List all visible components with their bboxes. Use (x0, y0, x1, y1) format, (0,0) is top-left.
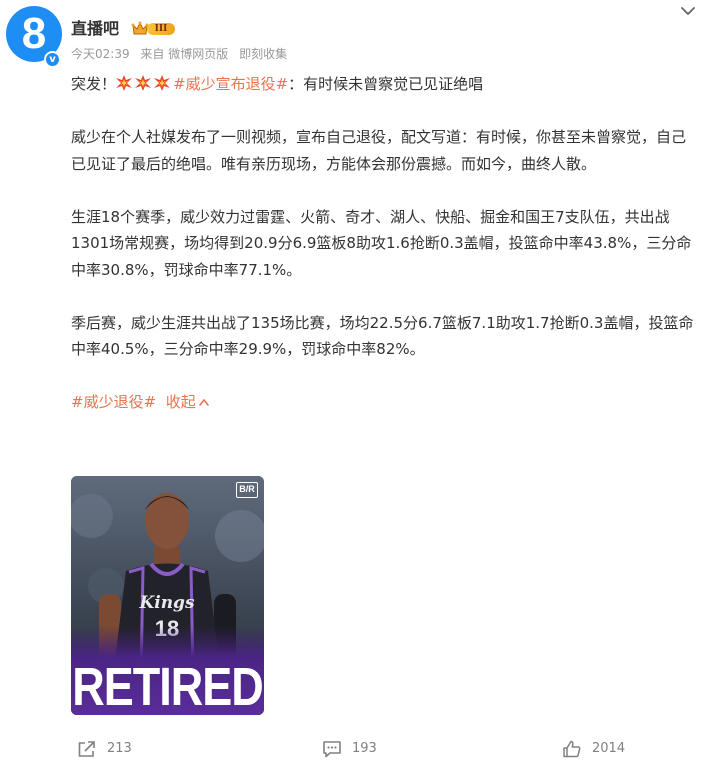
post-header: 8 v 直播吧 III 今天02:39 来自 微博网页版 即刻收集 (0, 0, 707, 70)
vip-level: III (147, 23, 175, 35)
author-name[interactable]: 直播吧 (71, 15, 119, 39)
share-icon (78, 741, 95, 757)
action-bar: 213 193 2014 (0, 732, 707, 766)
hashtag-link[interactable]: #威少宣布退役# (173, 75, 288, 93)
thumbs-up-icon (563, 740, 581, 758)
chevron-down-icon[interactable] (679, 4, 697, 18)
br-logo: B/R (236, 482, 258, 498)
post-time[interactable]: 今天02:39 (71, 47, 130, 61)
post-image[interactable]: Kings 18 B/R RETIRED (71, 476, 264, 715)
paragraph-announcement: 威少在个人社媒发布了一则视频，宣布自己退役，配文写道：有时候，你甚至未曾察觉，自… (71, 128, 687, 173)
comment-icon (323, 741, 341, 758)
post-source: 来自 微博网页版 (140, 47, 229, 61)
comment-count: 193 (352, 741, 377, 756)
vip-badge[interactable]: III (131, 20, 175, 37)
collapse-label: 收起 (165, 393, 196, 411)
headline-prefix: 突发！ (71, 75, 117, 93)
headline: 突发！ #威少宣布退役#：有时候未曾察觉已见证绝唱 (71, 71, 696, 98)
verified-icon: v (44, 51, 61, 68)
like-count: 2014 (592, 741, 626, 756)
post-meta: 今天02:39 来自 微博网页版 即刻收集 (71, 45, 294, 62)
retired-banner: RETIRED (72, 656, 264, 715)
collapse-text-button[interactable]: 收起 (166, 393, 209, 411)
headline-suffix: ：有时候未曾察觉已见证绝唱 (288, 75, 484, 93)
chevron-up-icon (198, 398, 209, 406)
hashtag-footer-link[interactable]: #威少退役# (71, 393, 156, 411)
footer-links: #威少退役# 收起 (71, 389, 696, 416)
explosion-emoji-icon (116, 75, 133, 91)
post-content: 突发！ #威少宣布退役#：有时候未曾察觉已见证绝唱 威少在个人社媒发布了一则视频，… (71, 71, 696, 416)
paragraph-playoffs: 季后赛，威少生涯共出战了135场比赛，场均22.5分6.7篮板7.1助攻1.7抢… (71, 313, 694, 359)
explosion-emoji-icon (154, 75, 171, 91)
paragraph-regular-season: 生涯18个赛季，威少效力过雷霆、火箭、奇才、湖人、快船、掘金和国王7支队伍，共出… (71, 207, 692, 279)
collect-link[interactable]: 即刻收集 (239, 47, 287, 61)
explosion-emoji-icon (135, 75, 152, 91)
jersey-team: Kings (138, 593, 194, 613)
repost-count: 213 (107, 741, 132, 756)
